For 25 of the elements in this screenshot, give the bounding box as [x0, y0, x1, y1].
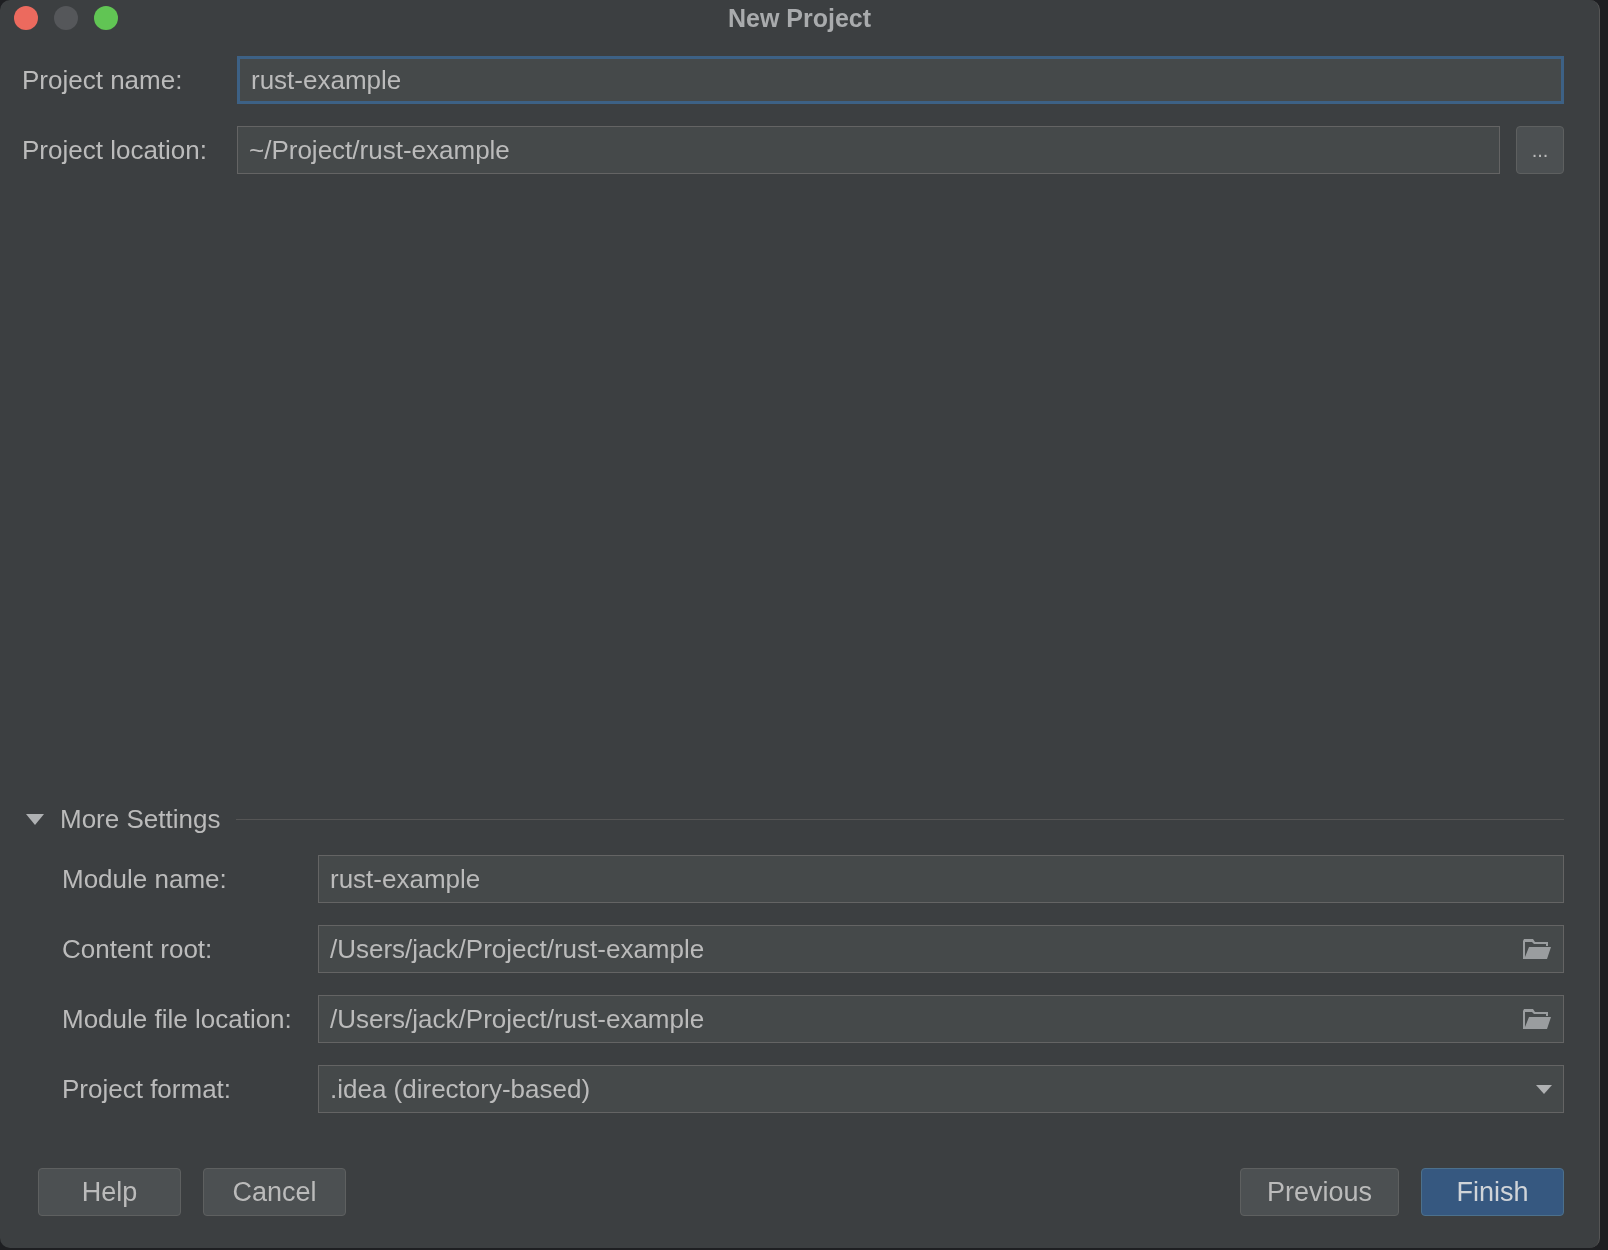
text-field[interactable]: /Users/jack/Project/rust-example [318, 995, 1564, 1043]
dialog-button[interactable]: Finish [1421, 1168, 1564, 1216]
zoom-icon[interactable] [94, 6, 118, 30]
folder-icon[interactable] [1522, 1008, 1552, 1030]
window-title: New Project [727, 3, 872, 33]
dialog-button[interactable]: Cancel [203, 1168, 346, 1216]
section-title[interactable]: More Settings [60, 804, 221, 835]
field-label: Content root: [62, 933, 214, 965]
folder-icon[interactable] [1522, 938, 1552, 960]
dialog-button[interactable]: Previous [1239, 1168, 1399, 1216]
field-label: Project location: [22, 134, 208, 166]
text-field[interactable]: rust-example [318, 855, 1564, 903]
text-field[interactable]: ~/Project/rust-example [237, 126, 1500, 174]
browse-button[interactable]: ... [1516, 126, 1564, 174]
field-label: Module file location: [62, 1003, 293, 1035]
caret-icon [1536, 1084, 1552, 1094]
text-field[interactable]: rust-example [237, 56, 1564, 104]
field-label: Module name: [62, 863, 228, 895]
close-icon[interactable] [14, 6, 38, 30]
expand-triangle-icon[interactable] [26, 813, 44, 826]
text-field[interactable]: /Users/jack/Project/rust-example [318, 925, 1564, 973]
field-label: Project format: [62, 1073, 233, 1105]
dropdown[interactable]: .idea (directory-based) [318, 1065, 1564, 1113]
dialog-button[interactable]: Help [38, 1168, 181, 1216]
field-label: Project name: [22, 64, 184, 96]
